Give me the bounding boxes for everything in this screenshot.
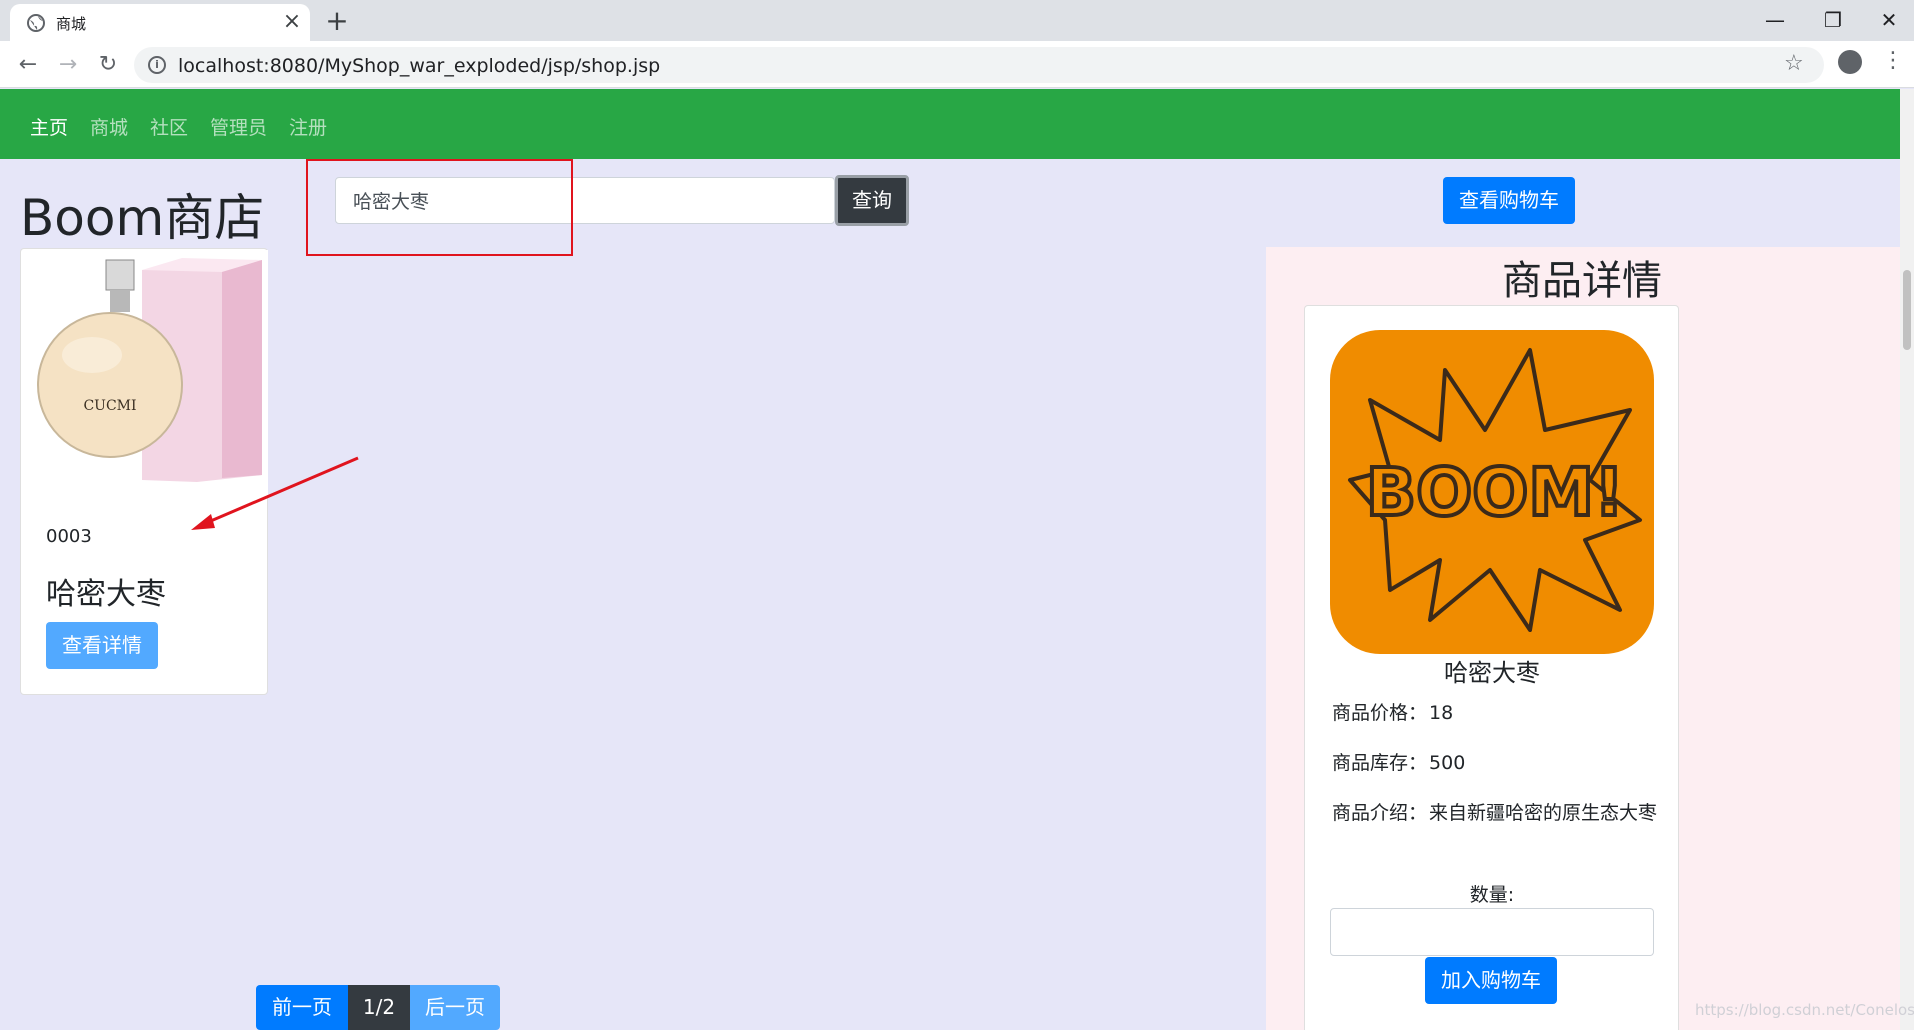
- product-id: 0003: [46, 526, 92, 547]
- browser-tab-bar: 商城 × + — ❐ ✕: [0, 0, 1914, 41]
- add-to-cart-button[interactable]: 加入购物车: [1425, 957, 1557, 1004]
- price-label: 商品价格：: [1332, 702, 1428, 724]
- detail-product-name: 哈密大枣: [1444, 659, 1540, 687]
- stock-row: 商品库存： 500: [1330, 748, 1660, 778]
- price-value: 18: [1429, 702, 1454, 724]
- view-detail-button[interactable]: 查看详情: [46, 622, 158, 669]
- nav-item-register[interactable]: 注册: [289, 113, 327, 140]
- intro-value: 来自新疆哈密的原生态大枣: [1429, 802, 1658, 824]
- view-cart-button[interactable]: 查看购物车: [1443, 177, 1575, 224]
- restore-icon[interactable]: ❐: [1810, 4, 1856, 36]
- svg-text:CUCMI: CUCMI: [83, 398, 136, 414]
- intro-row: 商品介绍： 来自新疆哈密的原生态大枣: [1330, 798, 1660, 828]
- minimize-icon[interactable]: —: [1752, 4, 1798, 36]
- product-name: 哈密大枣: [46, 577, 166, 612]
- site-navbar: 主页 商城 社区 管理员 注册: [0, 89, 1900, 159]
- page-scrollbar[interactable]: [1900, 89, 1914, 1030]
- url-text[interactable]: localhost:8080/MyShop_war_exploded/jsp/s…: [178, 55, 660, 77]
- new-tab-button[interactable]: +: [322, 6, 352, 36]
- price-row: 商品价格： 18: [1330, 698, 1660, 728]
- omnibox[interactable]: i localhost:8080/MyShop_war_exploded/jsp…: [134, 47, 1824, 83]
- scrollbar-thumb[interactable]: [1903, 270, 1911, 350]
- next-page-button[interactable]: 后一页: [410, 985, 500, 1030]
- nav-item-shop[interactable]: 商城: [90, 113, 128, 140]
- globe-icon: [27, 14, 45, 32]
- svg-text:BOOM!: BOOM!: [1366, 454, 1624, 531]
- profile-avatar-icon[interactable]: [1838, 50, 1862, 74]
- nav-item-home[interactable]: 主页: [30, 113, 68, 140]
- browser-menu-icon[interactable]: ⋮: [1882, 48, 1904, 74]
- tab-close-icon[interactable]: ×: [280, 10, 304, 34]
- back-icon[interactable]: ←: [12, 49, 44, 81]
- stock-value: 500: [1429, 752, 1466, 774]
- current-page-indicator: 1/2: [348, 985, 410, 1030]
- tab-title: 商城: [56, 15, 87, 33]
- annotation-arrow-icon: [191, 456, 359, 530]
- quantity-input[interactable]: [1330, 908, 1654, 956]
- window-close-icon[interactable]: ✕: [1866, 4, 1912, 36]
- intro-label: 商品介绍：: [1332, 802, 1428, 824]
- watermark: https://blog.csdn.net/Conelos: [1695, 1001, 1914, 1019]
- detail-title: 商品详情: [1502, 258, 1662, 304]
- quantity-label: 数量:: [1469, 884, 1515, 906]
- store-title: Boom商店: [20, 189, 265, 247]
- search-button[interactable]: 查询: [835, 175, 909, 226]
- reload-icon[interactable]: ↻: [92, 49, 124, 81]
- prev-page-button[interactable]: 前一页: [256, 985, 348, 1030]
- boom-logo-image: BOOM!: [1330, 330, 1654, 654]
- forward-icon[interactable]: →: [52, 49, 84, 81]
- address-bar: ← → ↻ i localhost:8080/MyShop_war_explod…: [0, 41, 1914, 88]
- nav-item-community[interactable]: 社区: [150, 113, 188, 140]
- annotation-highlight-box: [306, 159, 573, 256]
- stock-label: 商品库存：: [1332, 752, 1428, 774]
- info-icon[interactable]: i: [148, 56, 166, 74]
- bookmark-star-icon[interactable]: ☆: [1784, 51, 1804, 76]
- nav-item-admin[interactable]: 管理员: [210, 113, 267, 140]
- browser-tab[interactable]: 商城 ×: [10, 4, 310, 41]
